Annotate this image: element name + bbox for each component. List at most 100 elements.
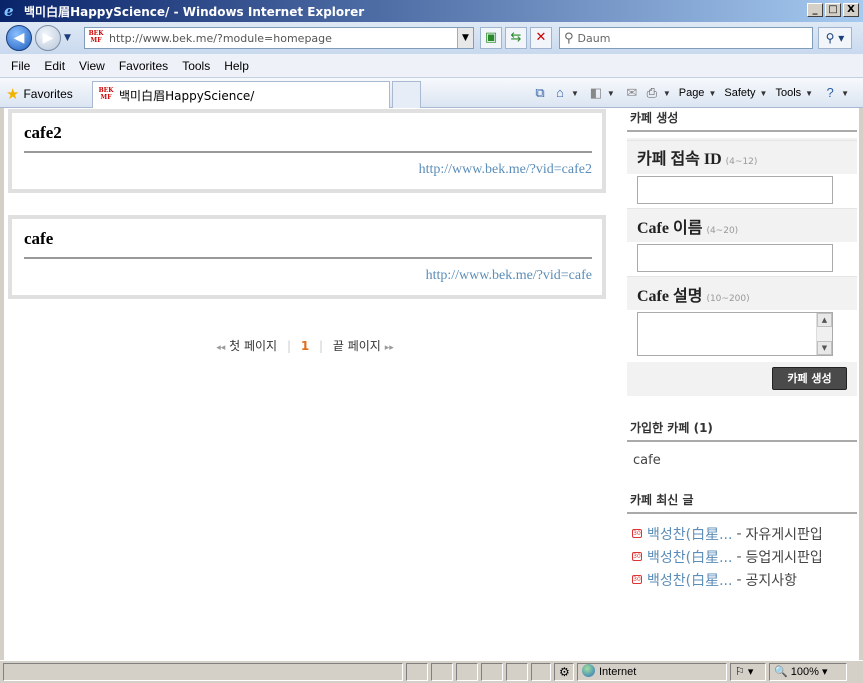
mail-icon[interactable]: ✉ [623, 84, 641, 102]
home-dropdown-icon[interactable]: ▼ [571, 89, 579, 98]
title-bar: e 백미白眉HappyScience/ - Windows Internet E… [0, 0, 863, 22]
joined-cafes-header: 가입한 카페 (1) [627, 419, 857, 442]
create-cafe-form: 카페 접속 ID (4~12) Cafe 이름 (4~20) Cafe 설명 (… [627, 138, 857, 396]
recent-posts-rule [627, 512, 857, 514]
help-icon[interactable]: ? [821, 84, 839, 102]
new-badge-icon: 30 [632, 575, 642, 584]
page-dropdown-icon[interactable]: ▼ [708, 89, 716, 98]
menu-help[interactable]: Help [217, 59, 256, 73]
cafe-name[interactable]: cafe2 [24, 123, 62, 143]
recent-post-title[interactable]: 백성찬(白星... [647, 547, 732, 567]
new-badge-icon: 30 [632, 529, 642, 538]
forward-button[interactable]: ▶ [35, 25, 61, 51]
recent-post-item: 30 백성찬(白星... - 자유게시판입 [632, 522, 859, 545]
back-button[interactable]: ◀ [6, 25, 32, 51]
scroll-down-icon[interactable]: ▼ [817, 341, 832, 355]
new-badge-icon: 30 [632, 552, 642, 561]
last-page-link[interactable]: 끝 페이지 [333, 339, 381, 353]
create-cafe-button[interactable]: 카페 생성 [772, 367, 847, 390]
window-border-right [859, 108, 863, 660]
cafe-name[interactable]: cafe [24, 229, 53, 249]
joined-cafes-title: 가입한 카페 [630, 421, 690, 435]
security-status-icon[interactable]: ⚙ [554, 663, 574, 681]
menu-tools[interactable]: Tools [175, 59, 217, 73]
menu-view[interactable]: View [72, 59, 112, 73]
recent-post-board[interactable]: 등업게시판입 [746, 547, 823, 567]
recent-post-title[interactable]: 백성찬(白星... [647, 570, 732, 590]
close-button[interactable]: X [843, 3, 859, 17]
zoom-control[interactable]: 🔍 100% ▾ [769, 663, 847, 681]
favorites-label: Favorites [23, 87, 73, 101]
help-dropdown-icon[interactable]: ▼ [841, 89, 849, 98]
create-cafe-rule [627, 130, 857, 132]
recent-post-board[interactable]: 공지사항 [746, 570, 798, 590]
search-icon: ⚲ [564, 30, 574, 46]
menu-favorites[interactable]: Favorites [112, 59, 175, 73]
cafe-desc-label-text: Cafe 설명 [637, 288, 703, 305]
recent-post-separator: - [736, 571, 742, 588]
status-cell [456, 663, 478, 681]
cafe-name-input[interactable] [637, 244, 833, 272]
command-bar: ⧉ ⌂ ▼ ◧ ▼ ✉ ⎙ ▼ Page ▼ Safety ▼ Tools ▼ … [531, 84, 855, 102]
feeds-dropdown-icon[interactable]: ▼ [607, 89, 615, 98]
textarea-scrollbar[interactable]: ▲ ▼ [816, 313, 832, 355]
add-to-favorites-icon[interactable]: ⧉ [531, 84, 549, 102]
zoom-dropdown-icon[interactable]: ▾ [822, 666, 828, 678]
joined-cafes-rule [627, 440, 857, 442]
search-placeholder: Daum [577, 31, 611, 45]
cafe-desc-textarea[interactable]: ▲ ▼ [637, 312, 833, 356]
cafe-url-link[interactable]: http://www.bek.me/?vid=cafe2 [419, 162, 592, 178]
menu-bar: File Edit View Favorites Tools Help [0, 54, 863, 78]
refresh-icon[interactable]: ⇆ [505, 27, 527, 49]
address-bar[interactable]: BEK MF http://www.bek.me/?module=homepag… [84, 27, 474, 49]
search-go-button[interactable]: ⚲ ▾ [818, 27, 852, 49]
zone-cell: Internet [577, 663, 727, 681]
home-icon[interactable]: ⌂ [551, 84, 569, 102]
cafe-id-label-text: 카페 접속 ID [637, 151, 722, 168]
cafe-card: cafe http://www.bek.me/?vid=cafe [8, 215, 606, 299]
cafe-name-label-text: Cafe 이름 [637, 220, 703, 237]
tab-favicon-icon: BEK MF [98, 87, 114, 101]
tab-current[interactable]: BEK MF 백미白眉HappyScience/ [92, 81, 390, 108]
pagination: ◂◂ 첫 페이지 | 1 | 끝 페이지 ▸▸ [4, 337, 606, 354]
status-cell [506, 663, 528, 681]
first-page-link[interactable]: 첫 페이지 [229, 339, 277, 353]
joined-cafe-item[interactable]: cafe [633, 453, 661, 468]
feeds-icon[interactable]: ◧ [587, 84, 605, 102]
status-cell [406, 663, 428, 681]
favorites-button[interactable]: ★ Favorites [6, 85, 73, 103]
zoom-icon: 🔍 [774, 666, 788, 678]
cafe-name-label: Cafe 이름 (4~20) [637, 214, 738, 238]
print-icon[interactable]: ⎙ [643, 84, 661, 102]
menu-edit[interactable]: Edit [37, 59, 72, 73]
recent-post-board[interactable]: 자유게시판입 [746, 524, 823, 544]
cafe-desc-label: Cafe 설명 (10~200) [637, 282, 750, 306]
recent-post-item: 30 백성찬(白星... - 공지사항 [632, 568, 859, 591]
status-cell [481, 663, 503, 681]
cafe-id-input[interactable] [637, 176, 833, 204]
safety-menu[interactable]: Safety [724, 87, 755, 99]
tools-menu[interactable]: Tools [775, 87, 801, 99]
maximize-button[interactable]: □ [825, 3, 841, 17]
cafe-url-link[interactable]: http://www.bek.me/?vid=cafe [426, 268, 592, 284]
address-text[interactable]: http://www.bek.me/?module=homepage [109, 32, 332, 45]
compatibility-view-icon[interactable]: ▣ [480, 27, 502, 49]
search-input[interactable]: ⚲ Daum [559, 27, 813, 49]
first-page-arrow-icon: ◂◂ [216, 343, 226, 353]
history-dropdown-icon[interactable]: ▼ [64, 33, 74, 43]
new-tab-button[interactable] [392, 81, 421, 108]
protected-mode-cell[interactable]: ⚐ ▾ [730, 663, 766, 681]
recent-posts-list: 30 백성찬(白星... - 자유게시판입 30 백성찬(白星... - 등업게… [632, 522, 859, 591]
scroll-up-icon[interactable]: ▲ [817, 313, 832, 327]
safety-dropdown-icon[interactable]: ▼ [760, 89, 768, 98]
tools-dropdown-icon[interactable]: ▼ [805, 89, 813, 98]
address-dropdown-icon[interactable]: ▼ [457, 28, 473, 48]
page-menu[interactable]: Page [679, 87, 705, 99]
stop-icon[interactable]: ✕ [530, 27, 552, 49]
menu-file[interactable]: File [4, 59, 37, 73]
cafe-card: cafe2 http://www.bek.me/?vid=cafe2 [8, 109, 606, 193]
minimize-button[interactable]: _ [807, 3, 823, 17]
recent-post-title[interactable]: 백성찬(白星... [647, 524, 732, 544]
print-dropdown-icon[interactable]: ▼ [663, 89, 671, 98]
navigation-bar: ◀ ▶ ▼ BEK MF http://www.bek.me/?module=h… [0, 22, 863, 54]
